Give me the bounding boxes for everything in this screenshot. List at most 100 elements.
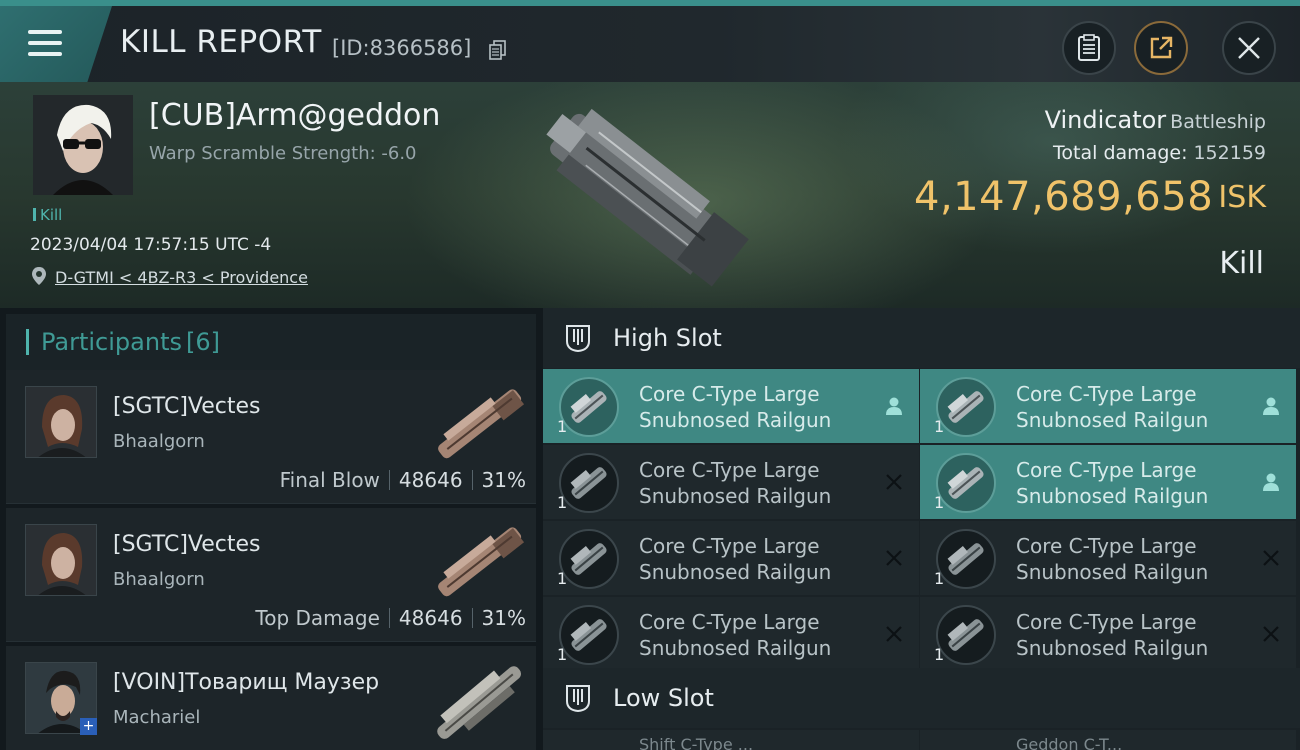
- total-damage-label: Total damage:: [1053, 142, 1188, 164]
- participant-name[interactable]: [SGTC]Vectes: [113, 532, 261, 557]
- module-quantity: 1: [557, 569, 568, 588]
- top-bar: KILL REPORT [ID:8366586]: [0, 0, 1300, 82]
- ship-name-text: Vindicator: [1044, 106, 1167, 134]
- high-slot-header: High Slot: [543, 308, 1300, 368]
- participant-damage: 48646: [398, 606, 463, 630]
- railgun-icon: [936, 453, 996, 513]
- destroyed-x-icon: [1263, 550, 1279, 566]
- module-name-line: Snubnosed Railgun: [1016, 636, 1209, 660]
- railgun-icon: [559, 529, 619, 589]
- module-quantity: 1: [934, 569, 945, 588]
- participant-name[interactable]: [SGTC]Vectes: [113, 394, 261, 419]
- isk-unit: ISK: [1218, 180, 1266, 215]
- plus-badge-icon: +: [80, 718, 97, 735]
- module-item[interactable]: 1 Core C-Type Large Snubnosed Railgun: [920, 597, 1296, 671]
- participant-damage: 48646: [398, 468, 463, 492]
- participant-avatar[interactable]: [25, 524, 97, 596]
- location-pin-icon: [32, 267, 46, 285]
- module-item[interactable]: 1 Core C-Type Large Snubnosed Railgun: [543, 521, 919, 595]
- menu-icon: [28, 30, 62, 34]
- dropped-person-icon: [886, 397, 902, 415]
- close-button[interactable]: [1222, 21, 1276, 75]
- share-icon: [1150, 36, 1173, 59]
- victim-summary: [CUB]Arm@geddon Warp Scramble Strength: …: [0, 82, 1300, 308]
- isk-value: 4,147,689,658: [914, 174, 1214, 220]
- module-name: Core C-Type Large Snubnosed Railgun: [1016, 533, 1256, 585]
- page-title: KILL REPORT: [120, 24, 322, 60]
- participant-row[interactable]: [SGTC]Vectes Bhaalgorn Top Damage 48646 31…: [6, 508, 536, 642]
- module-item[interactable]: 1 Core C-Type Large Snubnosed Railgun: [543, 445, 919, 519]
- railgun-icon: [559, 377, 619, 437]
- railgun-icon: [936, 529, 996, 589]
- module-quantity: 1: [557, 417, 568, 436]
- module-item[interactable]: Geddon C-T...: [920, 730, 1296, 750]
- victim-ship-name[interactable]: Vindicator Battleship: [1045, 106, 1266, 134]
- participant-avatar[interactable]: [25, 386, 97, 458]
- victim-name[interactable]: [CUB]Arm@geddon: [149, 98, 440, 133]
- location-link[interactable]: D-GTMI < 4BZ-R3 < Providence: [55, 268, 308, 287]
- ship-class-text: Battleship: [1170, 111, 1266, 133]
- participant-percent: 31%: [481, 468, 526, 492]
- participant-role: Top Damage: [255, 606, 380, 630]
- module-item[interactable]: 1 Core C-Type Large Snubnosed Railgun: [543, 369, 919, 443]
- victim-portrait: [33, 95, 133, 195]
- victim-avatar[interactable]: [33, 95, 133, 195]
- low-slot-label: Low Slot: [613, 684, 714, 712]
- module-quantity: 1: [934, 417, 945, 436]
- participant-row[interactable]: + [VOIN]Товарищ Маузер Machariel: [6, 646, 536, 750]
- module-item[interactable]: 1 Core C-Type Large Snubnosed Railgun: [543, 597, 919, 671]
- module-item[interactable]: 1 Core C-Type Large Snubnosed Railgun: [920, 521, 1296, 595]
- kill-id: [ID:8366586]: [332, 36, 472, 60]
- participants-panel: Participants [6] [SGTC]Vectes Bhaalgorn …: [0, 308, 543, 750]
- participant-ship: Bhaalgorn: [113, 569, 205, 590]
- module-quantity: 1: [934, 493, 945, 512]
- participant-ship: Machariel: [113, 707, 201, 728]
- close-icon: [1238, 37, 1260, 59]
- module-name-line: Core C-Type Large: [639, 534, 820, 558]
- railgun-icon: [559, 605, 619, 665]
- railgun-icon: [559, 453, 619, 513]
- share-button[interactable]: [1134, 21, 1188, 75]
- divider: [471, 608, 473, 628]
- total-damage: Total damage: 152159: [1053, 142, 1266, 164]
- participant-name[interactable]: [VOIN]Товарищ Маузер: [113, 670, 379, 695]
- participant-portrait: [26, 387, 96, 457]
- kill-datetime: 2023/04/04 17:57:15 UTC -4: [30, 235, 272, 255]
- copy-icon[interactable]: [489, 40, 507, 60]
- participant-ship-image: [438, 389, 525, 459]
- module-quantity: 1: [557, 493, 568, 512]
- module-name: Core C-Type Large Snubnosed Railgun: [1016, 609, 1256, 661]
- module-name: Shift C-Type ...: [639, 735, 754, 750]
- divider: [388, 608, 390, 628]
- module-name-line: Snubnosed Railgun: [639, 560, 832, 584]
- menu-button[interactable]: [0, 6, 112, 82]
- participant-percent: 31%: [481, 606, 526, 630]
- participant-row[interactable]: [SGTC]Vectes Bhaalgorn Final Blow 48646 31…: [6, 370, 536, 504]
- menu-icon-bar: [28, 41, 62, 45]
- module-name-line: Snubnosed Railgun: [639, 408, 832, 432]
- module-name: Core C-Type Large Snubnosed Railgun: [639, 533, 879, 585]
- participants-label: Participants: [41, 328, 182, 356]
- clipboard-button[interactable]: [1062, 21, 1116, 75]
- clipboard-icon: [1078, 34, 1100, 61]
- module-quantity: 1: [934, 645, 945, 664]
- module-name: Core C-Type Large Snubnosed Railgun: [1016, 381, 1256, 433]
- high-slot-icon: [566, 325, 590, 353]
- module-item[interactable]: 1 Core C-Type Large Snubnosed Railgun: [920, 445, 1296, 519]
- module-name: Core C-Type Large Snubnosed Railgun: [639, 609, 879, 661]
- participant-ship-image: [437, 666, 522, 739]
- module-item[interactable]: 1 Core C-Type Large Snubnosed Railgun: [920, 369, 1296, 443]
- result-label: Kill: [1219, 246, 1264, 281]
- module-name-line: Core C-Type Large: [1016, 610, 1197, 634]
- total-damage-value: 152159: [1193, 142, 1266, 164]
- menu-icon-bar: [28, 52, 62, 56]
- warp-scramble-strength: Warp Scramble Strength: -6.0: [149, 143, 417, 164]
- module-name-line: Core C-Type Large: [1016, 382, 1197, 406]
- victim-ship-image: [546, 108, 749, 287]
- module-name-line: Core C-Type Large: [1016, 458, 1197, 482]
- module-item[interactable]: Shift C-Type ...: [543, 730, 919, 750]
- divider: [388, 470, 390, 490]
- participant-role: Final Blow: [279, 468, 380, 492]
- module-name-line: Core C-Type Large: [639, 610, 820, 634]
- module-name-line: Snubnosed Railgun: [1016, 408, 1209, 432]
